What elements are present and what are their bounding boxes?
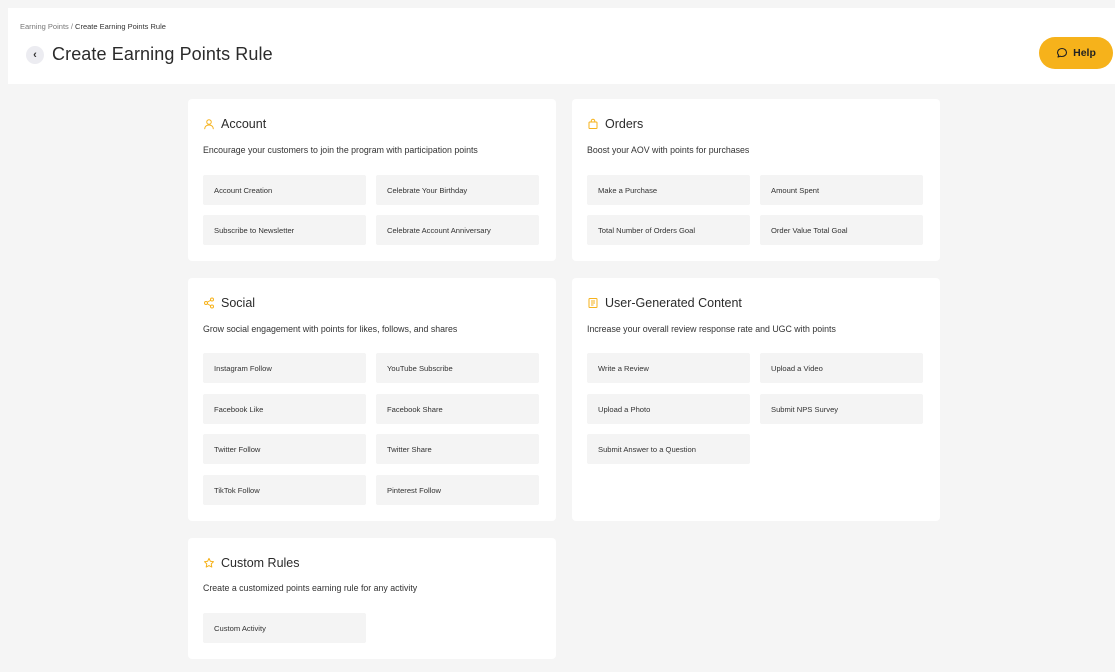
option-twitter-follow[interactable]: Twitter Follow bbox=[203, 434, 366, 464]
option-submit-answer[interactable]: Submit Answer to a Question bbox=[587, 434, 750, 464]
custom-rules-title: Custom Rules bbox=[221, 556, 300, 570]
ugc-description: Increase your overall review response ra… bbox=[587, 324, 836, 334]
custom-rules-description: Create a customized points earning rule … bbox=[203, 583, 418, 593]
account-description: Encourage your customers to join the pro… bbox=[203, 145, 478, 155]
chat-bubble-icon bbox=[1057, 47, 1068, 58]
social-description: Grow social engagement with points for l… bbox=[203, 324, 458, 334]
back-button[interactable]: ‹ bbox=[26, 46, 44, 64]
breadcrumb-parent[interactable]: Earning Points bbox=[20, 22, 69, 31]
orders-title: Orders bbox=[605, 117, 644, 131]
user-icon bbox=[204, 119, 214, 130]
social-title: Social bbox=[221, 296, 256, 310]
option-total-orders-goal[interactable]: Total Number of Orders Goal bbox=[587, 215, 750, 245]
star-icon bbox=[203, 557, 215, 568]
custom-rules-card: Custom Rules Create a customized points … bbox=[188, 538, 556, 659]
orders-card: Orders Boost your AOV with points for pu… bbox=[572, 99, 940, 261]
option-account-anniversary[interactable]: Celebrate Account Anniversary bbox=[376, 215, 539, 245]
option-upload-photo[interactable]: Upload a Photo bbox=[587, 394, 750, 424]
ugc-title: User-Generated Content bbox=[605, 296, 742, 310]
option-custom-activity[interactable]: Custom Activity bbox=[203, 613, 366, 643]
option-write-review[interactable]: Write a Review bbox=[587, 353, 750, 383]
option-instagram-follow[interactable]: Instagram Follow bbox=[203, 353, 366, 383]
top-bar: Earning Points / Create Earning Points R… bbox=[8, 8, 1115, 84]
option-celebrate-birthday[interactable]: Celebrate Your Birthday bbox=[376, 175, 539, 205]
option-submit-nps-survey[interactable]: Submit NPS Survey bbox=[760, 394, 923, 424]
option-upload-video[interactable]: Upload a Video bbox=[760, 353, 923, 383]
orders-description: Boost your AOV with points for purchases bbox=[587, 145, 750, 155]
account-card: Account Encourage your customers to join… bbox=[188, 99, 556, 261]
option-twitter-share[interactable]: Twitter Share bbox=[376, 434, 539, 464]
option-order-value-goal[interactable]: Order Value Total Goal bbox=[760, 215, 923, 245]
option-youtube-subscribe[interactable]: YouTube Subscribe bbox=[376, 353, 539, 383]
account-title: Account bbox=[221, 117, 267, 131]
ugc-card: User-Generated Content Increase your ove… bbox=[572, 278, 940, 521]
document-icon bbox=[588, 298, 598, 308]
breadcrumb: Earning Points / Create Earning Points R… bbox=[20, 22, 166, 31]
page-title: Create Earning Points Rule bbox=[52, 44, 273, 64]
breadcrumb-current: Create Earning Points Rule bbox=[75, 22, 166, 31]
option-subscribe-newsletter[interactable]: Subscribe to Newsletter bbox=[203, 215, 366, 245]
option-pinterest-follow[interactable]: Pinterest Follow bbox=[376, 475, 539, 505]
shopping-bag-icon bbox=[588, 118, 598, 129]
option-facebook-share[interactable]: Facebook Share bbox=[376, 394, 539, 424]
help-button[interactable]: Help bbox=[1039, 37, 1113, 69]
option-tiktok-follow[interactable]: TikTok Follow bbox=[203, 475, 366, 505]
option-facebook-like[interactable]: Facebook Like bbox=[203, 394, 366, 424]
option-amount-spent[interactable]: Amount Spent bbox=[760, 175, 923, 205]
help-label: Help bbox=[1073, 47, 1096, 59]
social-card: Social Grow social engagement with point… bbox=[188, 278, 556, 521]
share-icon bbox=[204, 297, 214, 309]
chevron-left-icon: ‹ bbox=[33, 49, 37, 61]
option-make-purchase[interactable]: Make a Purchase bbox=[587, 175, 750, 205]
option-account-creation[interactable]: Account Creation bbox=[203, 175, 366, 205]
